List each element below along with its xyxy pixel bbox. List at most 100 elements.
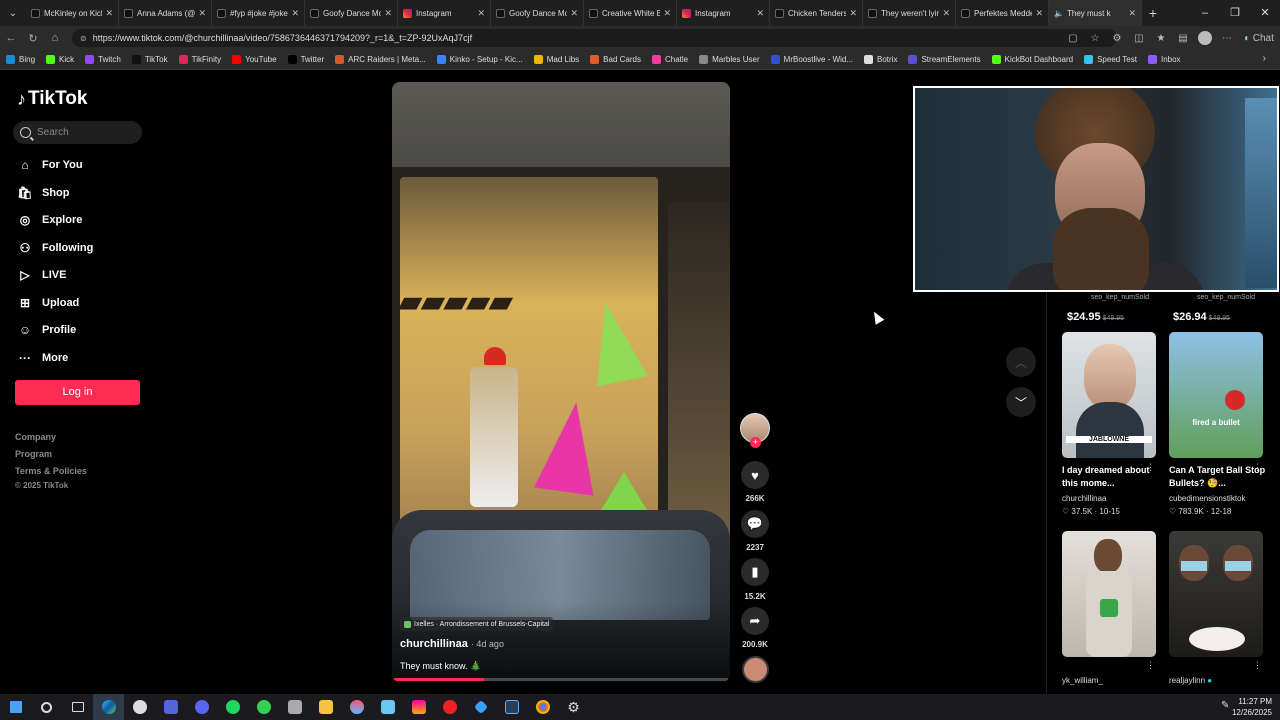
browser-tab[interactable]: Creative White E ✕ xyxy=(584,0,677,26)
video-thumbnail[interactable]: fired a bullet xyxy=(1169,332,1263,458)
nav-item-profile[interactable]: ☺ Profile xyxy=(17,320,147,340)
tab-close-icon[interactable]: ✕ xyxy=(756,8,764,19)
app-icon-photos[interactable] xyxy=(403,694,434,720)
browser-tab[interactable]: #fyp #joke #jokes ✕ xyxy=(212,0,305,26)
video-thumbnail[interactable] xyxy=(1169,531,1263,657)
favorites-icon[interactable]: ★ xyxy=(1150,33,1172,44)
minimize-icon[interactable]: – xyxy=(1190,0,1220,26)
close-window-icon[interactable]: ✕ xyxy=(1250,0,1280,26)
app-icon-terminal[interactable] xyxy=(496,694,527,720)
browser-tab[interactable]: Goofy Dance Mo ✕ xyxy=(491,0,584,26)
reader-icon[interactable]: ▢ xyxy=(1062,33,1084,44)
app-icon-chrome[interactable] xyxy=(527,694,558,720)
bookmark-item[interactable]: Bing xyxy=(6,55,35,64)
tiktok-logo[interactable]: ♪ TikTok xyxy=(17,88,87,110)
browser-tab[interactable]: Perfektes Medde ✕ xyxy=(956,0,1049,26)
bookmark-item[interactable]: Twitch xyxy=(85,55,121,64)
bookmark-item[interactable]: Bad Cards xyxy=(590,55,641,64)
extensions-icon[interactable]: ⚙ xyxy=(1106,33,1128,44)
nav-item-following[interactable]: ⚇ Following xyxy=(17,238,147,258)
settings-gear-icon[interactable]: ⚙ xyxy=(558,694,589,720)
profile-avatar[interactable] xyxy=(1198,31,1212,45)
app-icon-paint[interactable] xyxy=(341,694,372,720)
bookmark-item[interactable]: Botrix xyxy=(864,55,897,64)
browser-tab[interactable]: Instagram ✕ xyxy=(677,0,770,26)
video-card-author[interactable]: yk_william_ xyxy=(1062,676,1103,685)
previous-video-chevron-up-icon[interactable]: ︿ xyxy=(1006,347,1036,377)
tab-close-icon[interactable]: ✕ xyxy=(291,8,299,19)
bookmark-item[interactable]: TikFinity xyxy=(178,55,221,64)
browser-tab[interactable]: Instagram ✕ xyxy=(398,0,491,26)
video-progress-bar[interactable] xyxy=(394,678,728,681)
bookmark-item[interactable]: TikTok xyxy=(131,55,168,64)
nav-item-upload[interactable]: ⊞ Upload xyxy=(17,293,147,313)
browser-tab[interactable]: Anna Adams (@a ✕ xyxy=(119,0,212,26)
product-price[interactable]: $26.94 $49.95 xyxy=(1173,311,1230,323)
tab-close-icon[interactable]: ✕ xyxy=(942,8,950,19)
file-explorer-icon[interactable] xyxy=(310,694,341,720)
nav-item-shop[interactable]: 🛍 Shop xyxy=(17,183,147,203)
tab-close-icon[interactable]: ✕ xyxy=(384,8,392,19)
bookmark-item[interactable]: YouTube xyxy=(232,55,277,64)
bookmark-item[interactable]: Marbles User xyxy=(699,55,760,64)
browser-tab[interactable]: Goofy Dance Mo ✕ xyxy=(305,0,398,26)
app-icon-obs[interactable] xyxy=(124,694,155,720)
tab-close-icon[interactable]: ✕ xyxy=(570,8,578,19)
app-icon-blue-diamond[interactable] xyxy=(465,694,496,720)
video-player[interactable]: ▰▰▰▰▰ Ixelles · Arrondissement of Brusse… xyxy=(392,82,730,682)
home-icon[interactable]: ⌂ xyxy=(44,32,66,44)
share-arrow-icon[interactable]: ➦ xyxy=(741,607,769,635)
video-thumbnail[interactable]: JABLOWNE xyxy=(1062,332,1156,458)
new-tab-button[interactable]: + xyxy=(1142,5,1164,21)
comment-icon[interactable]: 💬 xyxy=(741,510,769,538)
footer-link-company[interactable]: Company xyxy=(15,432,56,442)
start-windows-icon[interactable] xyxy=(0,694,31,720)
follow-plus-icon[interactable]: + xyxy=(750,437,761,448)
video-card-author[interactable]: churchillinaa xyxy=(1062,494,1106,503)
video-card-author[interactable]: cubedimensionstiktok xyxy=(1169,494,1245,503)
bookmark-item[interactable]: Speed Test xyxy=(1084,55,1137,64)
bookmark-item[interactable]: Inbox xyxy=(1147,55,1181,64)
video-card-menu-icon[interactable]: ⋮ xyxy=(1253,462,1262,473)
site-info-icon[interactable]: ⊜ xyxy=(80,34,87,43)
bookmark-item[interactable]: Mad Libs xyxy=(533,55,579,64)
nav-item-more[interactable]: ··· More xyxy=(17,348,147,368)
bookmark-icon[interactable]: ▮ xyxy=(741,558,769,586)
bookmark-item[interactable]: Kinko - Setup - Kic... xyxy=(436,55,523,64)
back-icon[interactable]: ← xyxy=(0,32,22,44)
video-card-menu-icon[interactable]: ⋮ xyxy=(1253,660,1262,671)
bookmark-item[interactable]: Twitter xyxy=(287,55,324,64)
browser-tab[interactable]: 🔈 They must k ✕ xyxy=(1049,0,1142,26)
tab-actions-chevron-icon[interactable]: ⌄ xyxy=(0,0,26,26)
product-price[interactable]: $24.95 $49.95 xyxy=(1067,311,1124,323)
pen-tray-icon[interactable]: ✎ xyxy=(1221,700,1229,711)
app-icon-red[interactable] xyxy=(434,694,465,720)
login-button[interactable]: Log in xyxy=(15,380,140,405)
tab-close-icon[interactable]: ✕ xyxy=(663,8,671,19)
edge-browser-icon[interactable] xyxy=(93,694,124,720)
tab-close-icon[interactable]: ✕ xyxy=(1035,8,1043,19)
tab-close-icon[interactable]: ✕ xyxy=(105,8,113,19)
tab-close-icon[interactable]: ✕ xyxy=(198,8,206,19)
app-icon-discord[interactable] xyxy=(186,694,217,720)
location-tag[interactable]: Ixelles · Arrondissement of Brussels-Cap… xyxy=(400,617,554,631)
nav-item-live[interactable]: ▷ LIVE xyxy=(17,265,147,285)
reload-icon[interactable]: ↻ xyxy=(22,32,44,45)
browser-tab[interactable]: McKinley on Kick ✕ xyxy=(26,0,119,26)
tab-close-icon[interactable]: ✕ xyxy=(477,8,485,19)
video-card-author[interactable]: realjaylinn ● xyxy=(1169,676,1212,685)
more-options-icon[interactable]: ⋯ xyxy=(1216,33,1238,44)
video-card-menu-icon[interactable]: ⋮ xyxy=(1146,660,1155,671)
address-bar[interactable]: ⊜ https://www.tiktok.com/@churchillinaa/… xyxy=(72,29,1117,47)
task-view-icon[interactable] xyxy=(62,694,93,720)
tab-close-icon[interactable]: ✕ xyxy=(849,8,857,19)
copilot-chat-button[interactable]: ◐ Chat xyxy=(1238,33,1280,44)
footer-link-program[interactable]: Program xyxy=(15,449,52,459)
app-icon-cube[interactable] xyxy=(279,694,310,720)
bookmark-item[interactable]: StreamElements xyxy=(908,55,981,64)
sound-disc-icon[interactable] xyxy=(742,656,769,683)
footer-link-terms[interactable]: Terms & Policies xyxy=(15,466,87,476)
bookmarks-overflow-chevron-icon[interactable]: › xyxy=(1263,53,1266,64)
taskbar-search-icon[interactable] xyxy=(31,694,62,720)
browser-tab[interactable]: They weren't lyin ✕ xyxy=(863,0,956,26)
